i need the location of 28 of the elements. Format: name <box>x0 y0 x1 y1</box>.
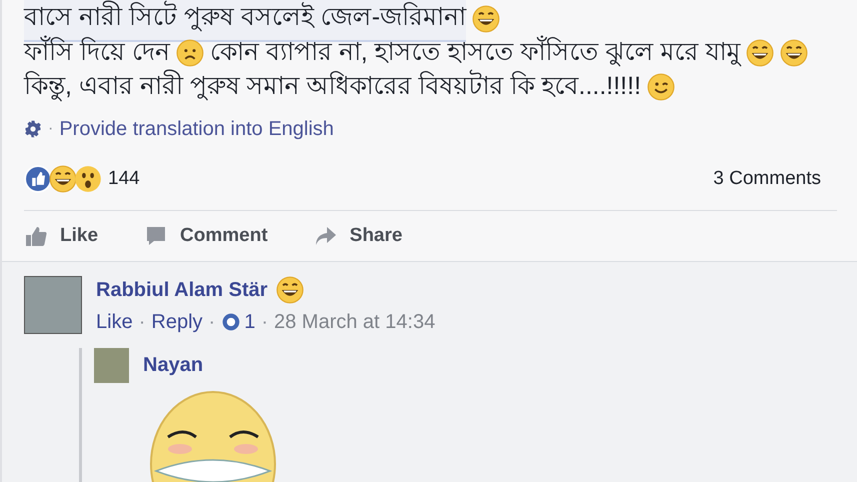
comment-action-link[interactable]: Like <box>96 310 133 334</box>
grinning-face-icon <box>746 39 774 67</box>
winking-face-icon <box>647 73 676 101</box>
separator-dot: · <box>208 310 216 334</box>
avatar-photo <box>24 276 82 334</box>
separator-dot: · <box>48 120 54 138</box>
grinning-face-icon <box>472 5 500 33</box>
comment-button[interactable]: Comment <box>144 220 276 252</box>
post-text: কিন্তু, এবার নারী পুরুষ সমান অধিকারের বিষয়টার কি হবে....!!!!! <box>24 68 642 104</box>
surprised-face-icon <box>74 165 102 193</box>
settings-icon <box>24 120 42 138</box>
translation-link[interactable]: Provide translation into English <box>59 118 334 140</box>
grinning-face-sticker-icon <box>148 389 278 482</box>
laughing-face-icon <box>49 165 77 193</box>
reaction-count[interactable]: 144 <box>108 168 140 190</box>
separator-dot: · <box>138 310 146 334</box>
author-name[interactable]: Nayan <box>143 354 204 377</box>
laughing-face-icon <box>276 276 304 304</box>
comments-count-link[interactable]: 3 Comments <box>713 168 821 190</box>
comment-action-link[interactable]: Reply <box>151 310 203 334</box>
separator-dot: · <box>261 310 268 334</box>
grinning-face-icon <box>780 39 808 67</box>
avatar-photo <box>94 348 129 383</box>
author-name[interactable]: Rabbiul Alam Stär <box>96 278 268 302</box>
share-button[interactable]: Share <box>314 220 410 252</box>
like-button[interactable]: Like <box>24 220 106 252</box>
like-count[interactable]: 1 <box>244 310 256 334</box>
sad-face-icon <box>176 39 204 67</box>
